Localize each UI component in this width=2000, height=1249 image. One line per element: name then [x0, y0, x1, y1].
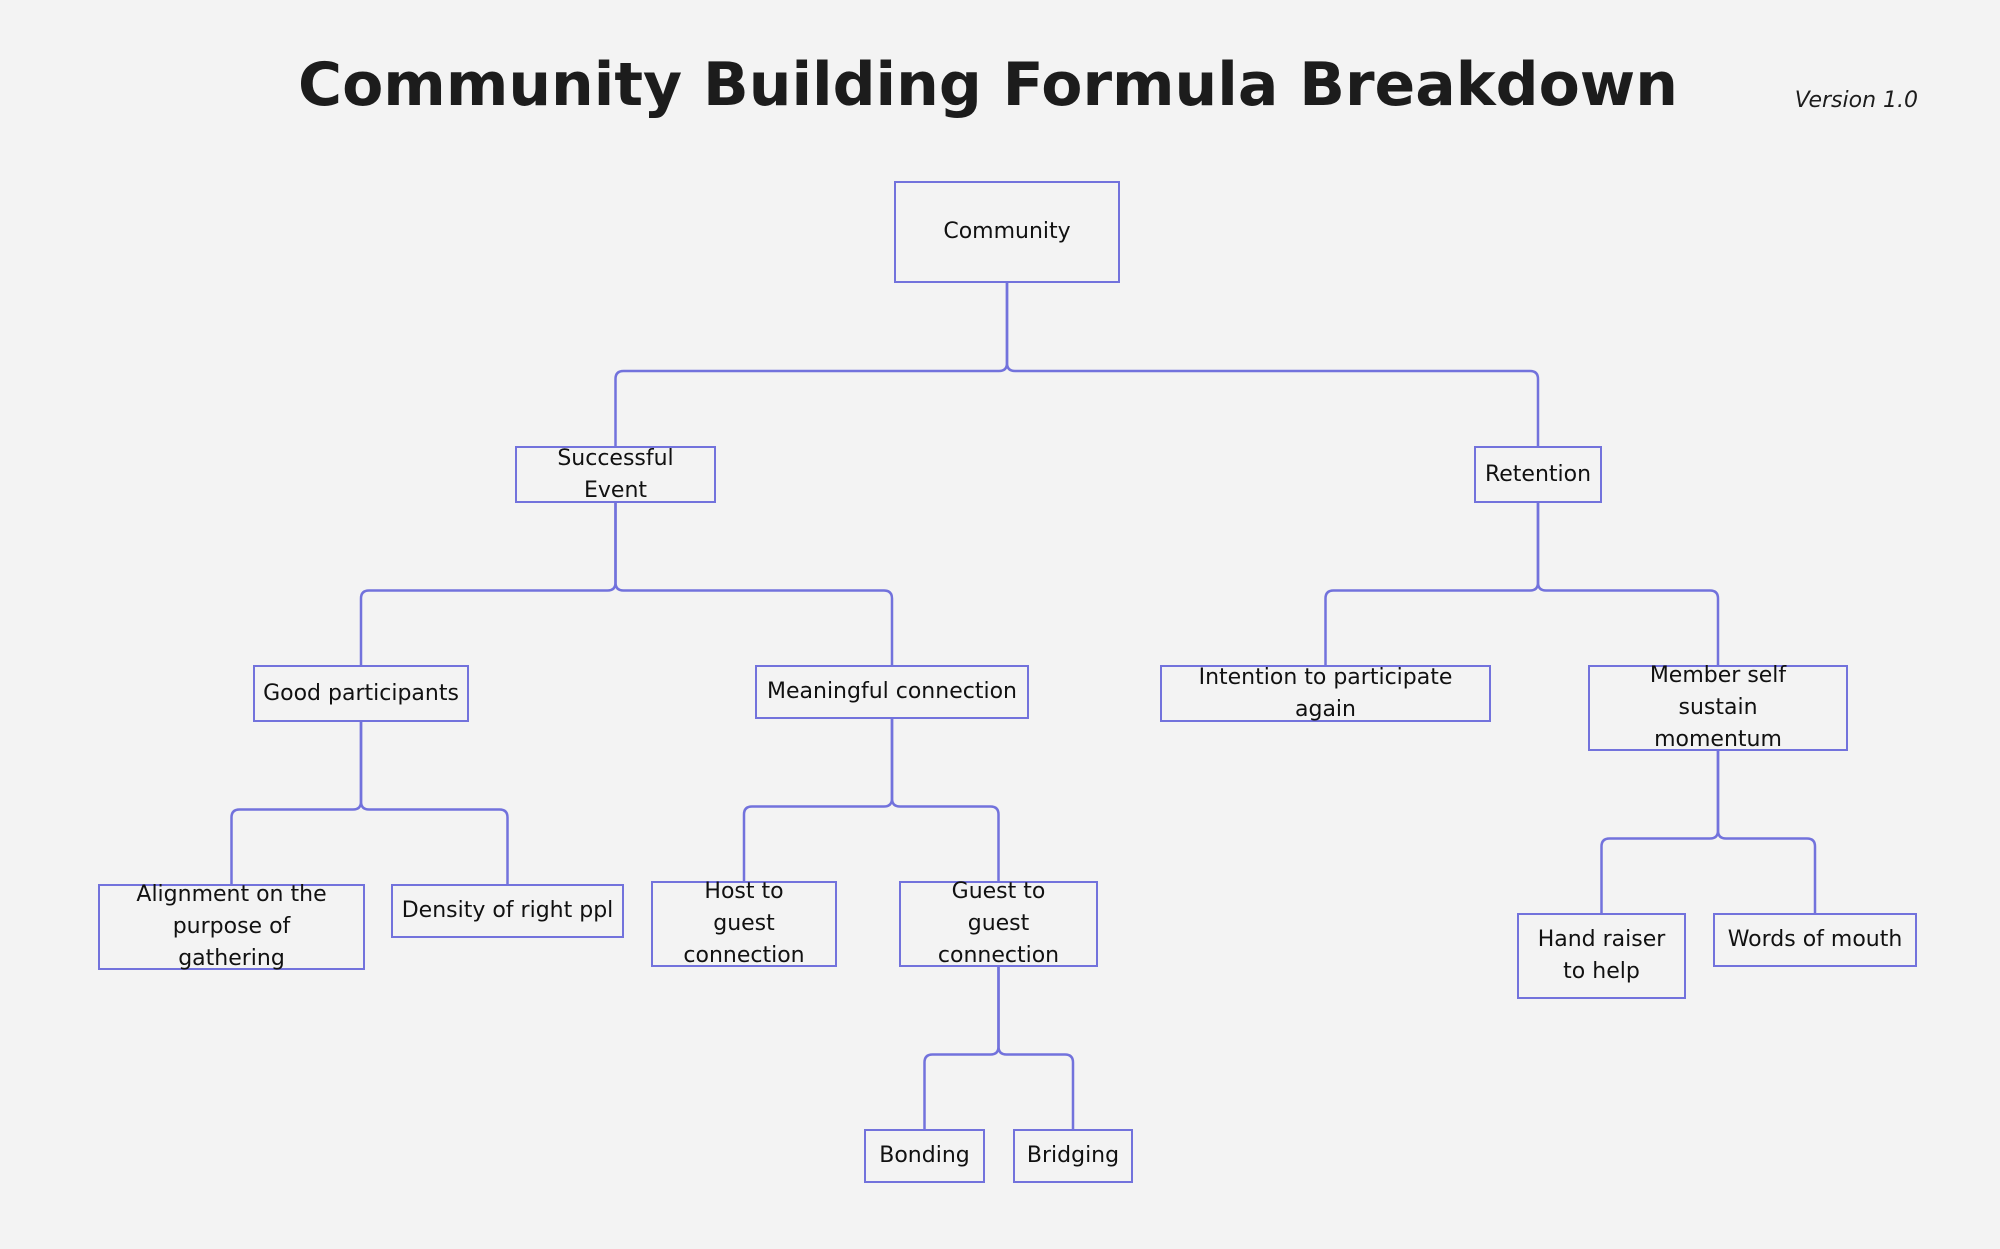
connector-member_self_sustain-to-words_of_mouth [1716, 751, 1817, 913]
node-meaningful-connection[interactable]: Meaningful connection [755, 665, 1029, 719]
node-alignment-on-purpose[interactable]: Alignment on the purpose of gathering [98, 882, 365, 971]
node-community[interactable]: Community [894, 181, 1120, 283]
connector-good_participants-to-alignment_purpose [230, 722, 363, 884]
connector-retention-to-member_self_sustain [1536, 503, 1720, 665]
node-hand-raiser-to-help[interactable]: Hand raiser to help [1517, 913, 1686, 999]
connector-retention-to-intention_again [1324, 503, 1540, 665]
connector-guest_to_guest-to-bonding [923, 967, 1000, 1129]
connector-good_participants-to-density_right_ppl [359, 722, 509, 884]
node-retention[interactable]: Retention [1474, 446, 1602, 503]
node-bonding[interactable]: Bonding [864, 1129, 985, 1183]
connector-meaningful_connection-to-guest_to_guest [890, 719, 1000, 881]
node-member-self-sustain-momentum[interactable]: Member self sustain momentum [1588, 663, 1848, 752]
connector-successful_event-to-good_participants [359, 503, 617, 665]
connector-community-to-retention [1005, 283, 1540, 446]
node-host-to-guest-connection[interactable]: Host to guest connection [651, 879, 837, 968]
node-bridging[interactable]: Bridging [1013, 1129, 1133, 1183]
node-guest-to-guest-connection[interactable]: Guest to guest connection [899, 879, 1098, 968]
connector-member_self_sustain-to-hand_raiser [1600, 751, 1720, 913]
connector-successful_event-to-meaningful_connection [614, 503, 894, 665]
node-successful-event[interactable]: Successful Event [515, 446, 716, 503]
node-intention-to-participate-again[interactable]: Intention to participate again [1160, 665, 1491, 722]
connector-guest_to_guest-to-bridging [997, 967, 1075, 1129]
connector-community-to-successful_event [614, 283, 1009, 446]
node-words-of-mouth[interactable]: Words of mouth [1713, 913, 1917, 967]
node-density-of-right-ppl[interactable]: Density of right ppl [391, 884, 624, 938]
node-good-participants[interactable]: Good participants [253, 665, 469, 722]
connector-meaningful_connection-to-host_to_guest [742, 719, 894, 881]
